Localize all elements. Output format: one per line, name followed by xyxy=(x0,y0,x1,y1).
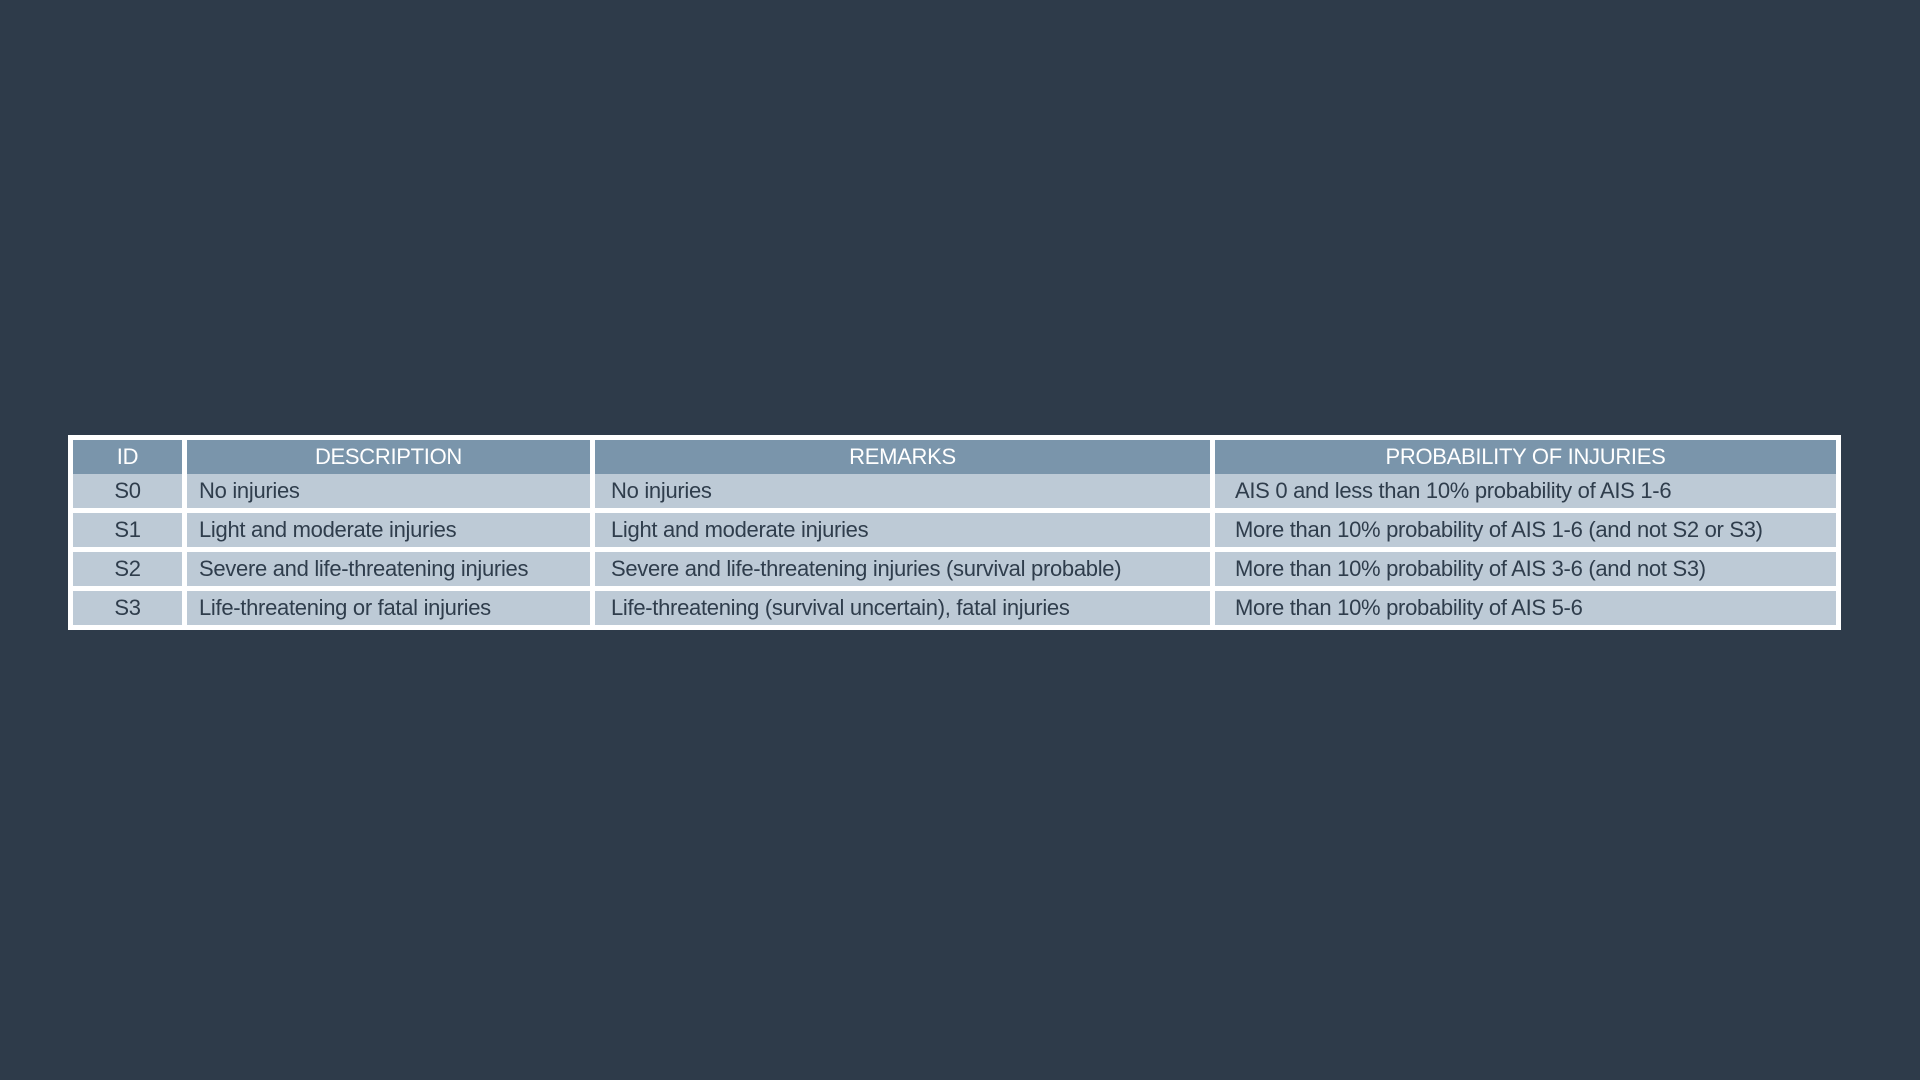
cell-id: S0 xyxy=(73,474,182,508)
table-row: S3 Life-threatening or fatal injuries Li… xyxy=(73,586,1836,625)
severity-classification-table: ID DESCRIPTION REMARKS PROBABILITY OF IN… xyxy=(73,440,1836,625)
cell-remarks: No injuries xyxy=(590,474,1210,508)
cell-remarks: Severe and life-threatening injuries (su… xyxy=(590,547,1210,586)
cell-probability: More than 10% probability of AIS 3-6 (an… xyxy=(1210,547,1836,586)
header-id: ID xyxy=(73,440,182,474)
cell-id: S3 xyxy=(73,586,182,625)
cell-description: Life-threatening or fatal injuries xyxy=(182,586,590,625)
table-header-row: ID DESCRIPTION REMARKS PROBABILITY OF IN… xyxy=(73,440,1836,474)
cell-probability: AIS 0 and less than 10% probability of A… xyxy=(1210,474,1836,508)
table-row: S0 No injuries No injuries AIS 0 and les… xyxy=(73,474,1836,508)
header-description: DESCRIPTION xyxy=(182,440,590,474)
cell-description: Severe and life-threatening injuries xyxy=(182,547,590,586)
header-probability: PROBABILITY OF INJURIES xyxy=(1210,440,1836,474)
table-row: S1 Light and moderate injuries Light and… xyxy=(73,508,1836,547)
cell-description: No injuries xyxy=(182,474,590,508)
cell-probability: More than 10% probability of AIS 1-6 (an… xyxy=(1210,508,1836,547)
cell-id: S2 xyxy=(73,547,182,586)
cell-remarks: Light and moderate injuries xyxy=(590,508,1210,547)
cell-id: S1 xyxy=(73,508,182,547)
cell-description: Light and moderate injuries xyxy=(182,508,590,547)
cell-remarks: Life-threatening (survival uncertain), f… xyxy=(590,586,1210,625)
cell-probability: More than 10% probability of AIS 5-6 xyxy=(1210,586,1836,625)
header-remarks: REMARKS xyxy=(590,440,1210,474)
table-row: S2 Severe and life-threatening injuries … xyxy=(73,547,1836,586)
severity-table-container: ID DESCRIPTION REMARKS PROBABILITY OF IN… xyxy=(68,435,1841,630)
